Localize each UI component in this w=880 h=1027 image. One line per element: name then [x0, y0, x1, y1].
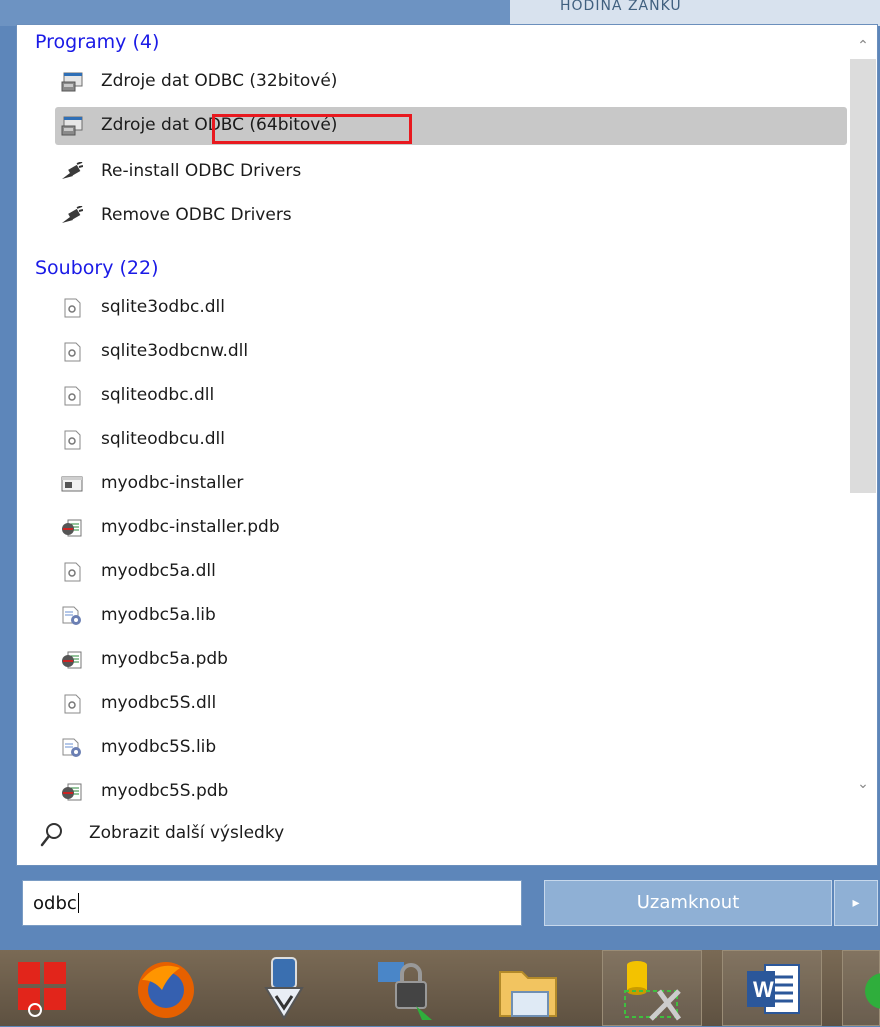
background-window-text: HODINA ZÁNKU	[560, 0, 682, 14]
more-results-link[interactable]: Zobrazit další výsledky	[17, 815, 847, 855]
file-item-sqlite3odbcnw-dll[interactable]: sqlite3odbcnw.dll	[55, 333, 847, 371]
scroll-up-button[interactable]: ⌃	[847, 33, 877, 59]
text-caret	[77, 893, 79, 913]
file-item-myodbc-installer[interactable]: myodbc-installer	[55, 465, 847, 503]
file-item-label: sqlite3odbcnw.dll	[101, 341, 249, 361]
network-lock-icon	[378, 962, 432, 1020]
files-group-title[interactable]: Soubory (22)	[35, 257, 159, 279]
firefox-icon	[138, 962, 194, 1018]
file-explorer-icon	[499, 971, 557, 1017]
dll-file-icon	[64, 298, 81, 318]
file-item-label: myodbc5S.dll	[101, 693, 217, 713]
download-shield-icon	[264, 957, 304, 1020]
dll-file-icon	[64, 342, 81, 362]
odbc-datasource-icon	[61, 72, 83, 92]
background-window: HODINA ZÁNKU	[0, 0, 880, 26]
start-search-menu: Programy (4) Zdroje dat ODBC (32bitové) …	[16, 24, 878, 866]
dll-file-icon	[64, 430, 81, 450]
taskbar: W	[0, 950, 880, 1026]
taskbar-word[interactable]: W	[722, 950, 822, 1026]
file-item-label: myodbc5a.pdb	[101, 649, 228, 669]
driver-plug-icon	[62, 162, 83, 179]
file-item-label: myodbc-installer.pdb	[101, 517, 280, 537]
taskbar-database-tools[interactable]	[602, 950, 702, 1026]
file-item-label: myodbc5a.lib	[101, 605, 216, 625]
taskbar-firefox[interactable]	[118, 950, 218, 1026]
results-scrollbar[interactable]: ⌃ ⌄	[847, 25, 877, 803]
dll-file-icon	[64, 694, 81, 714]
file-item-sqlite3odbc-dll[interactable]: sqlite3odbc.dll	[55, 289, 847, 327]
taskbar-start-button[interactable]	[4, 950, 104, 1026]
pdb-file-icon	[62, 783, 82, 801]
app-icon	[865, 973, 880, 1009]
file-item-myodbc-installer-pdb[interactable]: myodbc-installer.pdb	[55, 509, 847, 547]
lib-file-icon	[62, 738, 81, 757]
file-item-label: sqliteodbcu.dll	[101, 429, 225, 449]
search-results: Programy (4) Zdroje dat ODBC (32bitové) …	[17, 25, 847, 803]
file-item-myodbc5a-pdb[interactable]: myodbc5a.pdb	[55, 641, 847, 679]
search-input[interactable]: odbc	[22, 880, 522, 926]
dll-file-icon	[64, 562, 81, 582]
file-item-label: sqlite3odbc.dll	[101, 297, 226, 317]
file-item-myodbc5a-lib[interactable]: myodbc5a.lib	[55, 597, 847, 635]
driver-plug-icon	[62, 206, 83, 223]
pdb-file-icon	[62, 519, 82, 537]
file-item-sqliteodbc-dll[interactable]: sqliteodbc.dll	[55, 377, 847, 415]
search-input-value: odbc	[33, 893, 77, 914]
lock-options-arrow-button[interactable]: ▸	[834, 880, 878, 926]
file-item-label: sqliteodbc.dll	[101, 385, 215, 405]
file-item-myodbc5S-dll[interactable]: myodbc5S.dll	[55, 685, 847, 723]
dll-file-icon	[64, 386, 81, 406]
odbc-datasource-icon	[61, 116, 83, 136]
file-item-myodbc5S-lib[interactable]: myodbc5S.lib	[55, 729, 847, 767]
program-item-odbc-64[interactable]: Zdroje dat ODBC (64bitové)	[55, 107, 847, 145]
taskbar-network-app[interactable]	[356, 950, 456, 1026]
word-icon-letter: W	[753, 977, 774, 1002]
program-item-label: Zdroje dat ODBC (32bitové)	[101, 71, 338, 91]
file-item-label: myodbc5a.dll	[101, 561, 216, 581]
scroll-thumb[interactable]	[850, 59, 876, 493]
file-item-myodbc5a-dll[interactable]: myodbc5a.dll	[55, 553, 847, 591]
program-item-odbc-32[interactable]: Zdroje dat ODBC (32bitové)	[55, 63, 847, 101]
file-item-label: myodbc5S.pdb	[101, 781, 229, 801]
program-item-remove-drivers[interactable]: Remove ODBC Drivers	[55, 197, 847, 235]
program-item-label: Remove ODBC Drivers	[101, 205, 292, 225]
file-item-label: myodbc-installer	[101, 473, 244, 493]
program-item-label: Re-install ODBC Drivers	[101, 161, 302, 181]
search-icon	[40, 823, 62, 847]
lock-button[interactable]: Uzamknout	[544, 880, 832, 926]
lib-file-icon	[62, 606, 81, 625]
file-item-sqliteodbcu-dll[interactable]: sqliteodbcu.dll	[55, 421, 847, 459]
file-item-label: myodbc5S.lib	[101, 737, 217, 757]
database-tools-icon	[624, 961, 682, 1021]
taskbar-download-app[interactable]	[236, 950, 336, 1026]
start-windows-icon	[18, 962, 66, 1017]
exe-file-icon	[61, 476, 83, 492]
programs-group-title[interactable]: Programy (4)	[35, 31, 159, 53]
program-item-label: Zdroje dat ODBC (64bitové)	[101, 115, 338, 135]
more-results-label: Zobrazit další výsledky	[89, 823, 285, 843]
scroll-down-button[interactable]: ⌄	[847, 771, 877, 797]
file-item-myodbc5S-pdb[interactable]: myodbc5S.pdb	[55, 773, 847, 803]
taskbar-file-explorer[interactable]	[478, 950, 578, 1026]
taskbar-app[interactable]	[842, 950, 880, 1026]
pdb-file-icon	[62, 651, 82, 669]
program-item-reinstall-drivers[interactable]: Re-install ODBC Drivers	[55, 153, 847, 191]
